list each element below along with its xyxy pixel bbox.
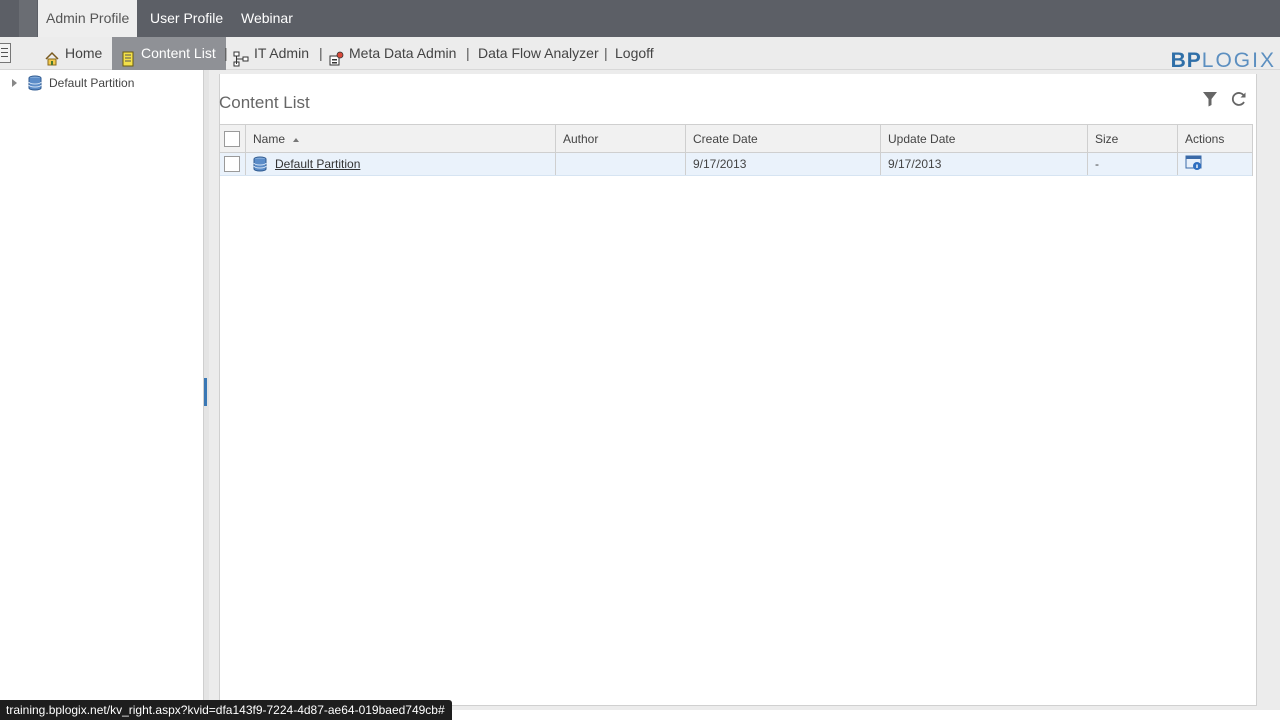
grid-header-row: Name Author Create Date Update Date Size… [220, 125, 1252, 153]
nav-separator: | [466, 45, 470, 61]
metadata-admin-icon [328, 46, 344, 65]
row-name-link[interactable]: Default Partition [275, 157, 360, 171]
nav-separator: | [224, 45, 228, 61]
column-header-author[interactable]: Author [556, 125, 686, 152]
sort-ascending-icon [293, 137, 300, 142]
column-header-update-date[interactable]: Update Date [881, 125, 1088, 152]
nav-it-admin-label: IT Admin [254, 45, 309, 61]
content-list-icon [120, 46, 136, 66]
menu-icon[interactable] [0, 43, 11, 63]
tree-node-label: Default Partition [49, 76, 135, 90]
row-name-cell: Default Partition [246, 153, 556, 175]
tree-panel: Default Partition [0, 70, 204, 700]
row-actions-cell [1178, 153, 1252, 175]
main-nav-bar: Home Content List | IT Admin | Meta Data… [0, 37, 1280, 72]
row-author-cell [556, 153, 686, 175]
nav-data-flow-analyzer[interactable]: Data Flow Analyzer [478, 37, 599, 70]
nav-content-list-label: Content List [141, 45, 216, 61]
row-checkbox[interactable] [224, 156, 240, 172]
column-header-size[interactable]: Size [1088, 125, 1178, 152]
status-bar-url: training.bplogix.net/kv_right.aspx?kvid=… [0, 700, 452, 720]
it-admin-icon [233, 46, 249, 66]
row-update-date-cell: 9/17/2013 [881, 153, 1088, 175]
row-size-cell: - [1088, 153, 1178, 175]
nav-separator: | [319, 45, 323, 61]
column-header-actions: Actions [1185, 131, 1225, 146]
database-icon [28, 75, 42, 91]
row-select-cell [220, 153, 246, 175]
page-title: Content List [219, 93, 310, 112]
nav-meta-data-admin[interactable]: Meta Data Admin [328, 37, 456, 70]
nav-data-flow-analyzer-label: Data Flow Analyzer [478, 45, 599, 61]
home-icon [44, 46, 60, 65]
tree-node-default-partition[interactable]: Default Partition [12, 75, 134, 91]
refresh-icon[interactable] [1229, 89, 1249, 109]
nav-it-admin[interactable]: IT Admin [233, 37, 309, 70]
column-header-create-date[interactable]: Create Date [686, 125, 881, 152]
nav-separator: | [604, 45, 608, 61]
nav-meta-data-admin-label: Meta Data Admin [349, 45, 457, 61]
select-all-cell [220, 125, 246, 152]
properties-icon[interactable] [1185, 155, 1203, 174]
content-grid: Name Author Create Date Update Date Size… [219, 124, 1253, 176]
tab-admin-profile[interactable]: Admin Profile [38, 0, 138, 37]
database-icon [253, 156, 267, 172]
tab-webinar[interactable]: Webinar [233, 0, 301, 37]
nav-logoff[interactable]: Logoff [615, 37, 654, 70]
select-all-checkbox[interactable] [224, 130, 240, 147]
nav-home[interactable]: Home [44, 37, 102, 70]
tab-user-profile[interactable]: User Profile [142, 0, 231, 37]
row-create-date-cell: 9/17/2013 [686, 153, 881, 175]
splitter-grip[interactable] [204, 378, 207, 406]
table-row[interactable]: Default Partition 9/17/2013 9/17/2013 - [220, 153, 1252, 176]
nav-home-label: Home [65, 45, 103, 61]
expand-arrow-icon[interactable] [12, 79, 17, 87]
profile-bar: Admin Profile User Profile Webinar [0, 0, 1280, 50]
nav-logoff-label: Logoff [615, 45, 654, 61]
filter-icon[interactable] [1200, 89, 1220, 109]
nav-content-list[interactable]: Content List [112, 37, 226, 70]
column-header-name[interactable]: Name [246, 125, 556, 152]
